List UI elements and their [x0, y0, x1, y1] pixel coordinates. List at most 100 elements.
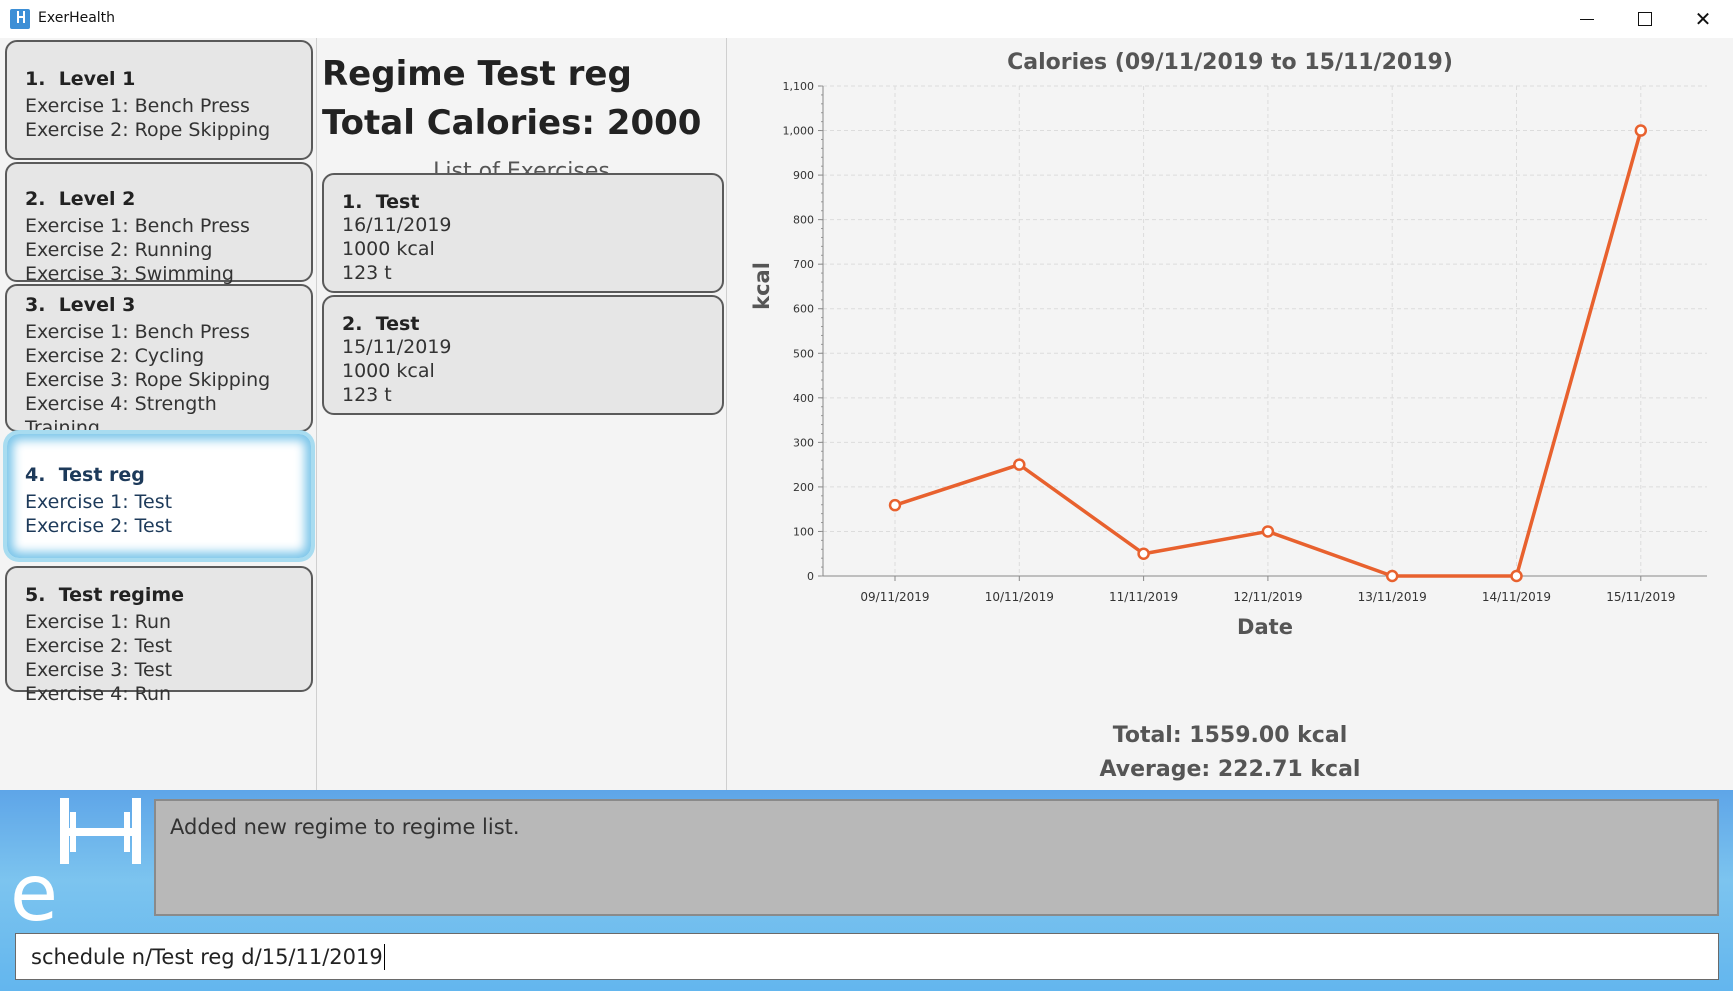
regime-exercise-item: Exercise 1: Run — [25, 611, 172, 633]
y-tick-label: 800 — [793, 214, 814, 227]
window-title: ExerHealth — [38, 10, 116, 26]
exercise-index: 1. — [342, 191, 363, 213]
svg-text:e: e — [10, 849, 58, 926]
close-icon: ✕ — [1694, 7, 1712, 31]
regime-name: Test regime — [58, 584, 185, 606]
regime-exercise-item: Exercise 2: Cycling — [25, 345, 205, 367]
plot-area — [823, 86, 1707, 576]
regime-exercise-item: Exercise 1: Bench Press — [25, 95, 250, 117]
exercise-card-title: 2. Test — [342, 313, 704, 335]
exercise-name: Test — [375, 191, 420, 213]
average-calories-stat: Average: 222.71 kcal — [1099, 757, 1361, 782]
exercise-date: 16/11/2019 — [342, 214, 452, 236]
command-area: e Added new regime to regime list. sched… — [0, 790, 1733, 991]
regime-card[interactable]: 3. Level 3 Exercise 1: Bench Press Exercis… — [5, 284, 313, 463]
title-bar: ExerHealth ✕ — [0, 0, 1733, 38]
close-button[interactable]: ✕ — [1674, 0, 1732, 38]
regime-title: Regime Test reg — [322, 54, 632, 94]
regime-detail-panel: Regime Test reg Total Calories: 2000 Lis… — [317, 38, 727, 790]
regime-index: 4. — [25, 464, 46, 486]
regime-list[interactable]: 1. Level 1 Exercise 1: Bench Press Exercis… — [0, 38, 317, 790]
text-caret — [383, 943, 385, 970]
regime-card-title: 5. Test regime — [25, 584, 293, 606]
data-point — [1510, 569, 1523, 583]
data-point — [1261, 525, 1275, 538]
calorie-line-chart: 0 100 200 300 400 500 600 700 800 900 1,000 1,100 09… — [750, 80, 1707, 639]
app-logo-icon — [10, 9, 30, 29]
y-axis-label: kcal — [750, 262, 774, 310]
maximize-icon — [1638, 12, 1652, 26]
y-tick-label: 200 — [793, 481, 814, 494]
minimize-button[interactable] — [1558, 0, 1616, 38]
x-tick-label: 12/11/2019 — [1233, 590, 1302, 604]
minimize-icon — [1580, 18, 1594, 20]
regime-card[interactable]: 5. Test regime Exercise 1: Run Exercise 2:… — [5, 566, 313, 705]
regime-card[interactable]: 4. Test reg Exercise 1: Test Exercise 2: T… — [7, 434, 311, 558]
regime-exercise-item: Exercise 3: Rope Skipping — [25, 369, 271, 391]
exercise-card[interactable]: 1. Test 16/11/2019 1000 kcal 123 t — [322, 173, 724, 293]
regime-exercise-item: Exercise 2: Test — [25, 635, 173, 657]
y-tick-label: 500 — [793, 347, 814, 360]
command-input[interactable]: schedule n/Test reg d/15/11/2019 — [15, 933, 1719, 980]
y-tick-label: 400 — [793, 392, 814, 405]
x-tick-label: 15/11/2019 — [1606, 590, 1675, 604]
regime-name: Level 3 — [58, 294, 136, 316]
regime-card-title: 4. Test reg — [25, 464, 293, 486]
exercise-card-title: 1. Test — [342, 191, 704, 213]
regime-exercise-item: Exercise 3: Swimming — [25, 263, 234, 285]
data-point — [1385, 569, 1399, 583]
x-axis-label: Date — [1237, 615, 1293, 639]
regime-index: 3. — [25, 294, 46, 316]
regime-exercise-item: Exercise 1: Bench Press — [25, 321, 250, 343]
regime-name: Level 2 — [58, 188, 136, 210]
exercise-date: 15/11/2019 — [342, 336, 452, 358]
regime-exercise-item: Exercise 4: Run — [25, 683, 172, 705]
x-tick-label: 09/11/2019 — [860, 590, 929, 604]
x-tick-label: 11/11/2019 — [1109, 590, 1178, 604]
data-point — [1137, 547, 1150, 560]
exercise-name: Test — [375, 313, 420, 335]
calorie-chart-panel: 0 100 200 300 400 500 600 700 800 900 1,000 1,100 09… — [727, 38, 1733, 790]
chart-title: Calories (09/11/2019 to 15/11/2019) — [1007, 50, 1453, 75]
exercise-calories: 1000 kcal — [342, 238, 435, 260]
data-point — [888, 498, 902, 512]
exercise-calories: 1000 kcal — [342, 360, 435, 382]
result-display: Added new regime to regime list. — [154, 799, 1719, 916]
regime-card-title: 2. Level 2 — [25, 188, 293, 210]
exercise-card[interactable]: 2. Test 15/11/2019 1000 kcal 123 t — [322, 295, 724, 415]
y-tick-label: 0 — [807, 570, 814, 583]
exercise-quantity: 123 t — [342, 384, 392, 406]
y-tick-label: 100 — [793, 525, 814, 538]
regime-exercise-item: Exercise 2: Test — [25, 515, 173, 537]
exercise-index: 2. — [342, 313, 363, 335]
x-tick-label: 10/11/2019 — [985, 590, 1054, 604]
x-tick-label: 14/11/2019 — [1482, 590, 1551, 604]
regime-exercise-item: Exercise 3: Test — [25, 659, 173, 681]
regime-index: 5. — [25, 584, 46, 606]
regime-name: Level 1 — [58, 68, 136, 90]
y-tick-label: 300 — [793, 436, 814, 449]
regime-exercise-item: Exercise 1: Bench Press — [25, 215, 250, 237]
regime-card[interactable]: 1. Level 1 Exercise 1: Bench Press Exercis… — [5, 40, 313, 160]
command-input-text: schedule n/Test reg d/15/11/2019 — [31, 944, 383, 969]
exerhealth-logo-icon: e — [10, 798, 141, 926]
y-tick-label: 600 — [793, 303, 814, 316]
maximize-button[interactable] — [1616, 0, 1674, 38]
y-tick-label: 1,100 — [783, 80, 815, 93]
regime-card-title: 3. Level 3 — [25, 294, 293, 316]
regime-exercise-item: Exercise 4: Strength Training — [25, 393, 217, 439]
regime-index: 1. — [25, 68, 46, 90]
data-point — [1013, 458, 1026, 471]
regime-name: Test reg — [58, 464, 145, 486]
exercise-quantity: 123 t — [342, 262, 392, 284]
total-calories-stat: Total: 1559.00 kcal — [1112, 723, 1348, 748]
y-tick-label: 700 — [793, 258, 814, 271]
y-tick-label: 900 — [793, 169, 814, 182]
regime-index: 2. — [25, 188, 46, 210]
regime-card[interactable]: 2. Level 2 Exercise 1: Bench Press Exercis… — [5, 162, 313, 285]
regime-exercise-item: Exercise 1: Test — [25, 491, 173, 513]
data-point — [1634, 124, 1648, 137]
regime-card-title: 1. Level 1 — [25, 68, 293, 90]
regime-total-calories: Total Calories: 2000 — [322, 103, 702, 143]
regime-exercise-item: Exercise 2: Rope Skipping — [25, 119, 271, 141]
